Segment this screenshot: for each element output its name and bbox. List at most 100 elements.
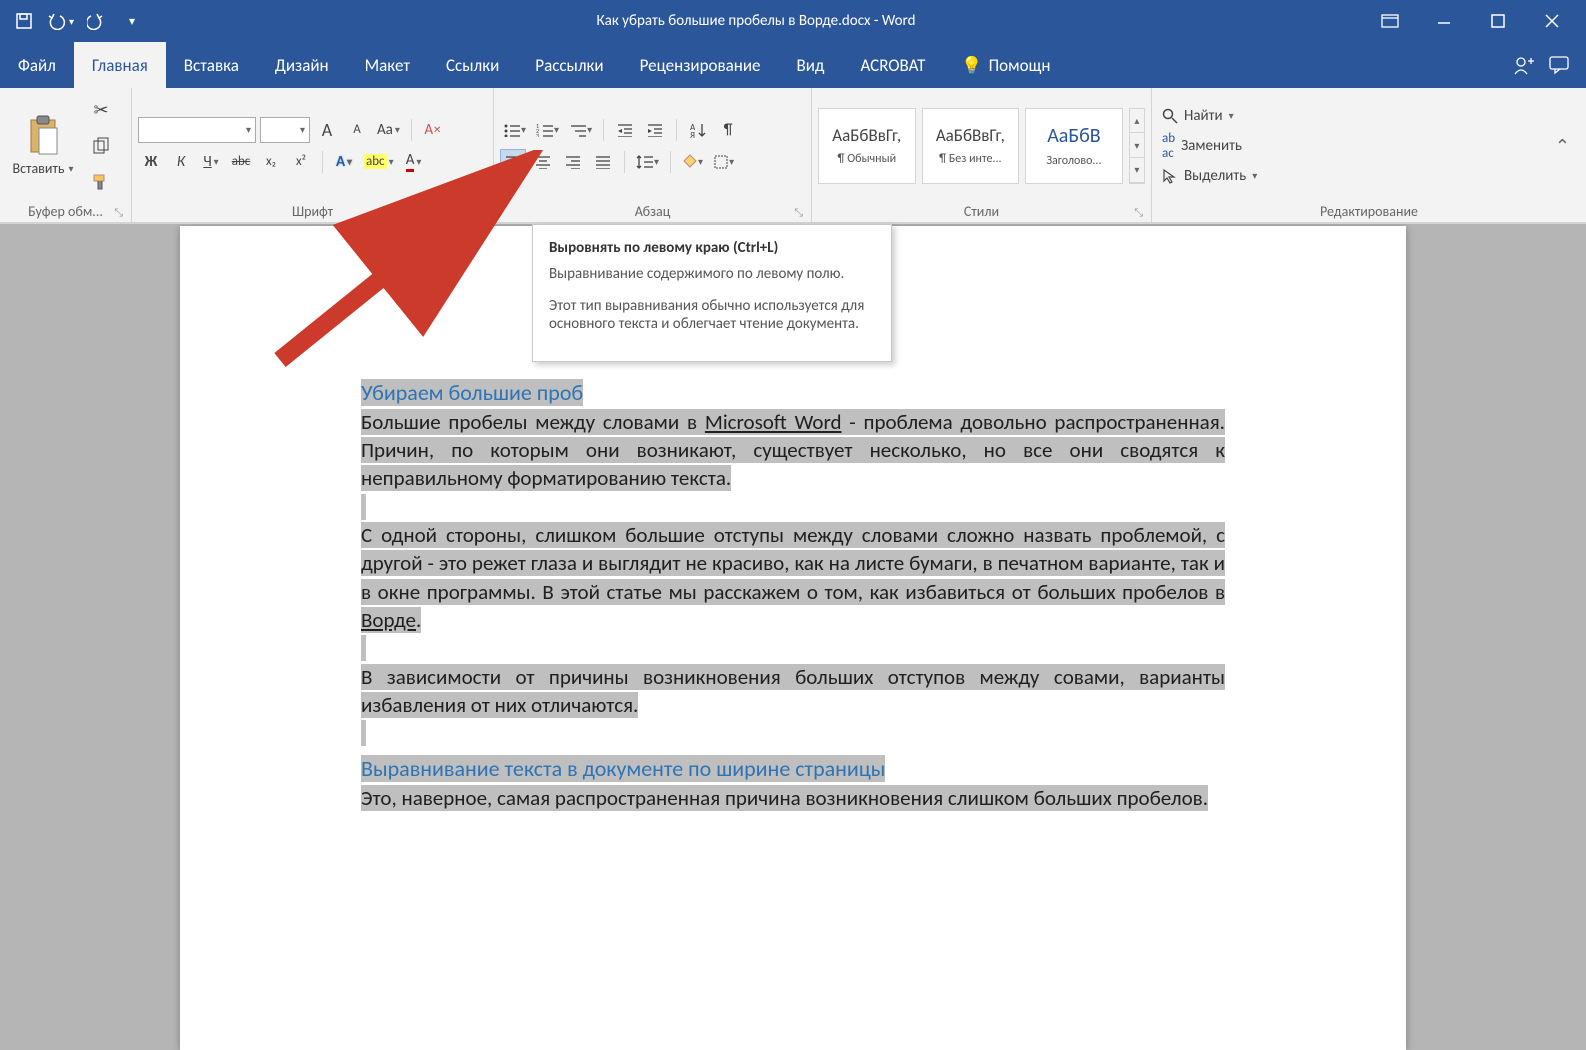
tooltip-p1: Выравнивание содержимого по левому полю. — [549, 265, 875, 283]
decrease-indent-button[interactable] — [612, 117, 638, 143]
style-sample: АаБбВвГг, — [832, 125, 901, 146]
bold-button[interactable]: Ж — [138, 149, 164, 175]
styles-group-label: Стили — [964, 203, 999, 220]
select-button[interactable]: Выделить▾ — [1162, 167, 1257, 185]
align-right-button[interactable] — [560, 149, 586, 175]
font-size-combo[interactable]: ▾ — [260, 117, 310, 143]
title-bar: ▾ ▾ Как убрать большие пробелы в Ворде.d… — [0, 0, 1586, 42]
cut-button[interactable]: ✂ — [88, 97, 114, 123]
window-controls — [1356, 6, 1586, 36]
svg-text:Я: Я — [690, 130, 695, 138]
borders-button[interactable]: ▾ — [710, 149, 737, 175]
replace-button[interactable]: abac Заменить — [1162, 131, 1257, 161]
editing-group-label: Редактирование — [1320, 203, 1418, 220]
style-name: ¶ Обычный — [837, 146, 896, 166]
clear-formatting-button[interactable]: A✕ — [420, 117, 446, 143]
sort-button[interactable]: AЯ — [685, 117, 711, 143]
close-button[interactable] — [1534, 6, 1570, 36]
redo-button[interactable] — [82, 7, 110, 35]
lightbulb-icon: 💡 — [961, 55, 982, 76]
shrink-font-button[interactable]: A — [344, 117, 370, 143]
italic-button[interactable]: К — [168, 149, 194, 175]
tab-layout[interactable]: Макет — [347, 42, 428, 88]
tab-design[interactable]: Дизайн — [257, 42, 347, 88]
doc-p2b: . — [416, 607, 421, 633]
multilevel-list-button[interactable]: ▾ — [566, 117, 595, 143]
styles-launcher[interactable]: ⤡ — [1134, 206, 1143, 220]
replace-label: Заменить — [1181, 137, 1242, 155]
font-name-combo[interactable]: ▾ — [138, 117, 256, 143]
qat-customize[interactable]: ▾ — [118, 7, 146, 35]
font-color-button[interactable]: A▾ — [401, 149, 427, 175]
tab-mailings[interactable]: Рассылки — [517, 42, 621, 88]
comments-icon[interactable] — [1548, 55, 1570, 75]
save-button[interactable] — [10, 7, 38, 35]
maximize-button[interactable] — [1480, 6, 1516, 36]
styles-gallery-scroll[interactable]: ▴▾▾ — [1129, 108, 1145, 184]
select-label: Выделить — [1184, 167, 1246, 185]
clipboard-launcher[interactable]: ⤡ — [114, 206, 123, 220]
doc-heading-2: Выравнивание текста в документе по ширин… — [361, 755, 885, 782]
tell-me[interactable]: 💡 Помощн — [943, 42, 1068, 88]
quick-access-toolbar: ▾ ▾ — [0, 7, 156, 35]
ribbon-tabs: Файл Главная Вставка Дизайн Макет Ссылки… — [0, 42, 1586, 88]
text-effects-button[interactable]: A▾ — [331, 149, 357, 175]
grow-font-button[interactable]: A — [314, 117, 340, 143]
paste-button[interactable]: Вставить▾ — [6, 114, 80, 177]
superscript-button[interactable]: x² — [288, 149, 314, 175]
tab-file[interactable]: Файл — [0, 42, 74, 88]
undo-button[interactable]: ▾ — [46, 7, 74, 35]
style-normal[interactable]: АаБбВвГг, ¶ Обычный — [818, 108, 916, 184]
underline-button[interactable]: Ч▾ — [198, 149, 224, 175]
find-button[interactable]: Найти▾ — [1162, 107, 1257, 125]
style-heading1[interactable]: АаБбВ Заголово... — [1025, 108, 1123, 184]
tab-home[interactable]: Главная — [74, 42, 166, 88]
collapse-ribbon-button[interactable]: ⌃ — [1545, 135, 1580, 157]
show-marks-button[interactable]: ¶ — [715, 117, 741, 143]
style-name: Заголово... — [1046, 148, 1101, 168]
minimize-button[interactable] — [1426, 6, 1462, 36]
font-group-label: Шрифт — [292, 203, 333, 220]
ribbon: Вставить▾ ✂ Буфер обм...⤡ ▾ ▾ A A Aa▾ — [0, 88, 1586, 224]
doc-p1-link: Microsoft Word — [705, 409, 842, 435]
tab-references[interactable]: Ссылки — [428, 42, 517, 88]
align-justify-button[interactable] — [590, 149, 616, 175]
align-left-button[interactable] — [500, 149, 526, 175]
highlight-button[interactable]: abc▾ — [361, 149, 397, 175]
tab-acrobat[interactable]: ACROBAT — [842, 42, 943, 88]
tab-view[interactable]: Вид — [779, 42, 843, 88]
increase-indent-button[interactable] — [642, 117, 668, 143]
tab-review[interactable]: Рецензирование — [622, 42, 779, 88]
doc-p2a: С одной стороны, слишком большие отступы… — [361, 522, 1225, 605]
paragraph-group-label: Абзац — [635, 203, 671, 220]
align-left-tooltip: Выровнять по левому краю (Ctrl+L) Выравн… — [532, 224, 892, 362]
share-icon[interactable] — [1512, 54, 1534, 76]
find-label: Найти — [1184, 107, 1223, 125]
change-case-button[interactable]: Aa▾ — [374, 117, 403, 143]
style-name: ¶ Без инте... — [939, 146, 1001, 166]
style-sample: АаБбВвГг, — [936, 125, 1005, 146]
strikethrough-button[interactable]: abc — [228, 149, 254, 175]
doc-p3: В зависимости от причины возникновения б… — [361, 664, 1225, 718]
svg-text:3: 3 — [536, 132, 539, 137]
line-spacing-button[interactable]: ▾ — [633, 149, 662, 175]
doc-p1a: Большие пробелы между словами в — [361, 409, 705, 435]
numbering-button[interactable]: 123▾ — [533, 117, 562, 143]
paragraph-launcher[interactable]: ⤡ — [794, 206, 803, 220]
style-no-spacing[interactable]: АаБбВвГг, ¶ Без инте... — [922, 108, 1020, 184]
tooltip-title: Выровнять по левому краю (Ctrl+L) — [549, 239, 875, 257]
font-launcher[interactable]: ⤡ — [476, 206, 485, 220]
subscript-button[interactable]: x₂ — [258, 149, 284, 175]
bullets-button[interactable]: ▾ — [500, 117, 529, 143]
tooltip-p2: Этот тип выравнивания обычно используетс… — [549, 297, 875, 333]
doc-p4: Это, наверное, самая распространенная пр… — [361, 785, 1208, 811]
ribbon-display-icon[interactable] — [1372, 6, 1408, 36]
style-sample: АаБбВ — [1047, 124, 1100, 148]
document-title: Как убрать большие пробелы в Ворде.docx … — [156, 12, 1356, 30]
tab-insert[interactable]: Вставка — [166, 42, 257, 88]
doc-p2-link: Ворде — [361, 607, 416, 633]
format-painter-button[interactable] — [88, 169, 114, 195]
copy-button[interactable] — [88, 133, 114, 159]
align-center-button[interactable] — [530, 149, 556, 175]
shading-button[interactable]: ▾ — [679, 149, 706, 175]
